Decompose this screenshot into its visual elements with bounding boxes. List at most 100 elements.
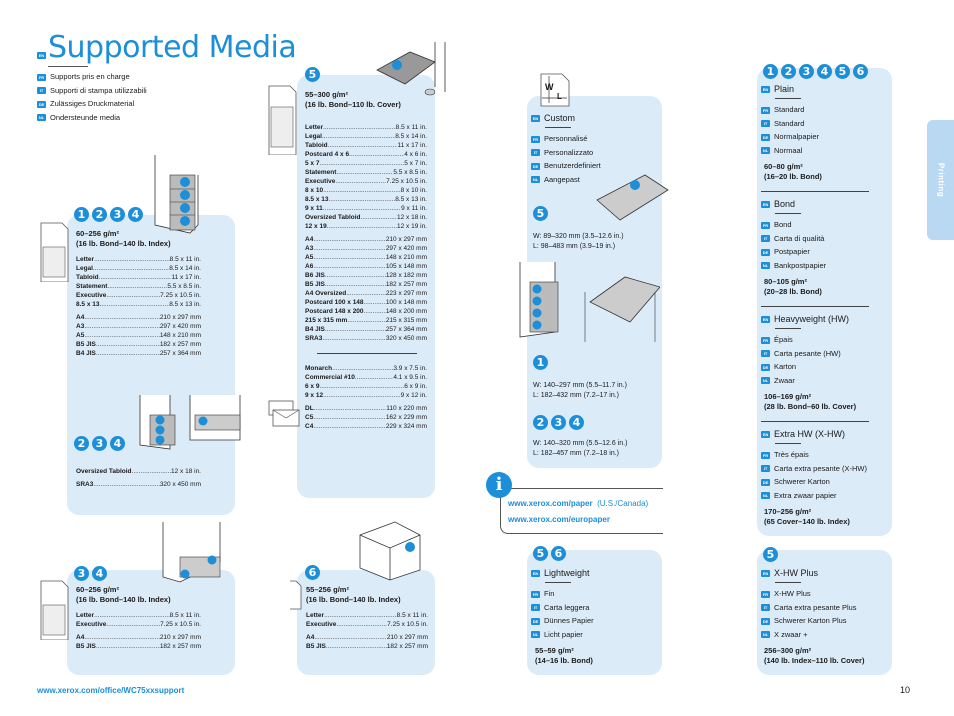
trays-234-content: Oversized Tabloid12 x 18 in. SRA3320 x 4… xyxy=(76,465,201,491)
size-value: 8.5 x 11 in. xyxy=(395,124,427,131)
custom-icon-l-label: L xyxy=(557,92,562,101)
size-row: 8.5 x 13 8.5 x 13 in. xyxy=(76,300,201,309)
badges-xhw-plus: 5 xyxy=(763,545,781,563)
size-row: A4 210 x 297 mm xyxy=(306,633,428,642)
size-name: Letter xyxy=(76,612,95,619)
size-name: A4 xyxy=(305,236,314,243)
translation-line: DE Zulässiges Druckmaterial xyxy=(37,99,135,108)
leader-dots xyxy=(313,413,386,422)
size-name: B4 JIS xyxy=(76,350,96,357)
size-name: 8 x 10 xyxy=(305,187,324,194)
side-tab-printing[interactable]: Printing xyxy=(927,120,954,240)
leader-dots xyxy=(100,300,170,309)
leader-dots xyxy=(323,123,396,132)
size-row: 215 x 315 mm 215 x 315 mm xyxy=(305,316,427,325)
leader-dots xyxy=(323,391,401,400)
badges-tray-5: 5 xyxy=(305,65,323,83)
translation-line: FR Épais xyxy=(761,335,793,344)
tray-6-content: 55–256 g/m² (16 lb. Bond–140 lb. Index) … xyxy=(306,585,428,651)
size-name: DL xyxy=(305,405,314,412)
size-row: Executive 7.25 x 10.5 in. xyxy=(76,620,201,629)
size-row: Letter 8.5 x 11 in. xyxy=(305,123,427,132)
size-row: SRA3 320 x 450 mm xyxy=(305,334,427,343)
size-row: A5 148 x 210 mm xyxy=(76,331,201,340)
tray-5-content: 55–300 g/m² (16 lb. Bond–110 lb. Cover) … xyxy=(305,90,427,431)
size-name: Monarch xyxy=(305,365,333,372)
size-value: 320 x 450 mm xyxy=(385,335,427,342)
leader-dots xyxy=(84,331,160,340)
media-divider xyxy=(761,306,869,307)
translation-line: NL Bankpostpapier xyxy=(761,260,827,270)
translation-line: DE Normalpapier xyxy=(761,132,820,141)
size-row: 9 x 12 9 x 12 in. xyxy=(305,391,427,400)
translation-line: IT Carta extra pesante (X-HW) xyxy=(761,462,889,476)
size-row: C4 229 x 324 mm xyxy=(305,422,427,431)
leader-dots xyxy=(313,422,386,431)
size-value: 223 x 297 mm xyxy=(385,290,427,297)
leader-dots xyxy=(349,150,404,159)
size-row: Tabloid 11 x 17 in. xyxy=(76,273,201,282)
media-weight: 106–169 g/m² xyxy=(764,392,812,401)
size-row: Monarch 3.9 x 7.5 in. xyxy=(305,364,427,373)
size-row: Oversized Tabloid12 x 18 in. xyxy=(305,213,427,222)
size-value: 162 x 229 mm xyxy=(385,414,427,421)
size-name: 6 x 9 xyxy=(305,383,320,390)
lightweight-content: EN Lightweight FR Fin IT Carta leggera DE Dü… xyxy=(531,568,594,665)
leader-dots xyxy=(355,373,394,382)
media-type-item: EN Extra HW (X-HW) FR Très épais IT Carta ext… xyxy=(761,421,889,527)
leader-dots xyxy=(106,291,160,300)
size-name: Executive xyxy=(76,292,107,299)
leader-dots xyxy=(107,282,167,291)
europaper-link[interactable]: www.xerox.com/europaper xyxy=(508,515,610,524)
size-value: 148 x 210 mm xyxy=(159,332,201,339)
size-row: Executive 7.25 x 10.5 in. xyxy=(305,177,427,186)
paper-link[interactable]: www.xerox.com/paper xyxy=(508,499,593,508)
leader-dots xyxy=(96,349,160,358)
media-divider xyxy=(761,191,869,192)
size-value: 8.5 x 13 in. xyxy=(169,301,201,308)
size-row: A4 210 x 297 mm xyxy=(305,235,427,244)
translation-line: IT Carta di qualità xyxy=(761,232,889,246)
size-row: B4 JIS 257 x 364 mm xyxy=(76,349,201,358)
size-row: C5 162 x 229 mm xyxy=(305,413,427,422)
info-links: www.xerox.com/paper (U.S./Canada) www.xe… xyxy=(508,499,649,524)
media-weight: (16–20 lb. Bond) xyxy=(764,172,822,181)
size-name: A4 xyxy=(306,634,315,641)
lang-tag-en: EN xyxy=(37,52,46,59)
leader-dots xyxy=(323,186,401,195)
size-row: Letter 8.5 x 11 in. xyxy=(76,611,201,620)
size-value: 7.25 x 10.5 in. xyxy=(386,178,427,185)
trays-custom-illustration xyxy=(519,262,660,342)
size-name: A5 xyxy=(76,332,85,339)
size-row: 9 x 11 9 x 11 in. xyxy=(305,204,427,213)
size-value: 5 x 7 in. xyxy=(404,160,427,167)
leader-dots xyxy=(314,404,387,413)
leader-dots xyxy=(94,611,170,620)
leader-dots xyxy=(84,313,160,322)
size-name: Postcard 4 x 6 xyxy=(305,151,350,158)
media-type-title: EN Bond xyxy=(761,199,796,209)
paper-stack-icon xyxy=(40,580,69,640)
leader-dots xyxy=(364,298,386,307)
size-value: 210 x 297 mm xyxy=(385,236,427,243)
title-divider xyxy=(48,66,88,67)
size-row: Legal 8.5 x 14 in. xyxy=(76,264,201,273)
media-weight: 80–105 g/m² xyxy=(764,277,807,286)
footer-support-link[interactable]: www.xerox.com/office/WC75xxsupport xyxy=(37,686,184,695)
lang-tag-en: EN xyxy=(761,86,770,94)
media-type-title: EN Heavyweight (HW) xyxy=(761,314,850,324)
size-name: A3 xyxy=(76,323,85,330)
size-value: 297 x 420 mm xyxy=(385,245,427,252)
size-row: B5 JIS 182 x 257 mm xyxy=(306,642,428,651)
size-row: Oversized Tabloid12 x 18 in. xyxy=(76,465,201,478)
size-name: B4 JIS xyxy=(305,326,325,333)
leader-dots xyxy=(326,642,387,651)
size-name: Letter xyxy=(306,612,325,619)
leader-dots xyxy=(325,280,386,289)
size-name: Executive xyxy=(76,621,107,628)
size-row: Statement 5.5 x 8.5 in. xyxy=(76,282,201,291)
leader-dots xyxy=(329,195,396,204)
size-value: 9 x 11 in. xyxy=(401,205,427,212)
badges-media-types: 123456 xyxy=(763,62,871,80)
paper-icon xyxy=(290,580,302,610)
